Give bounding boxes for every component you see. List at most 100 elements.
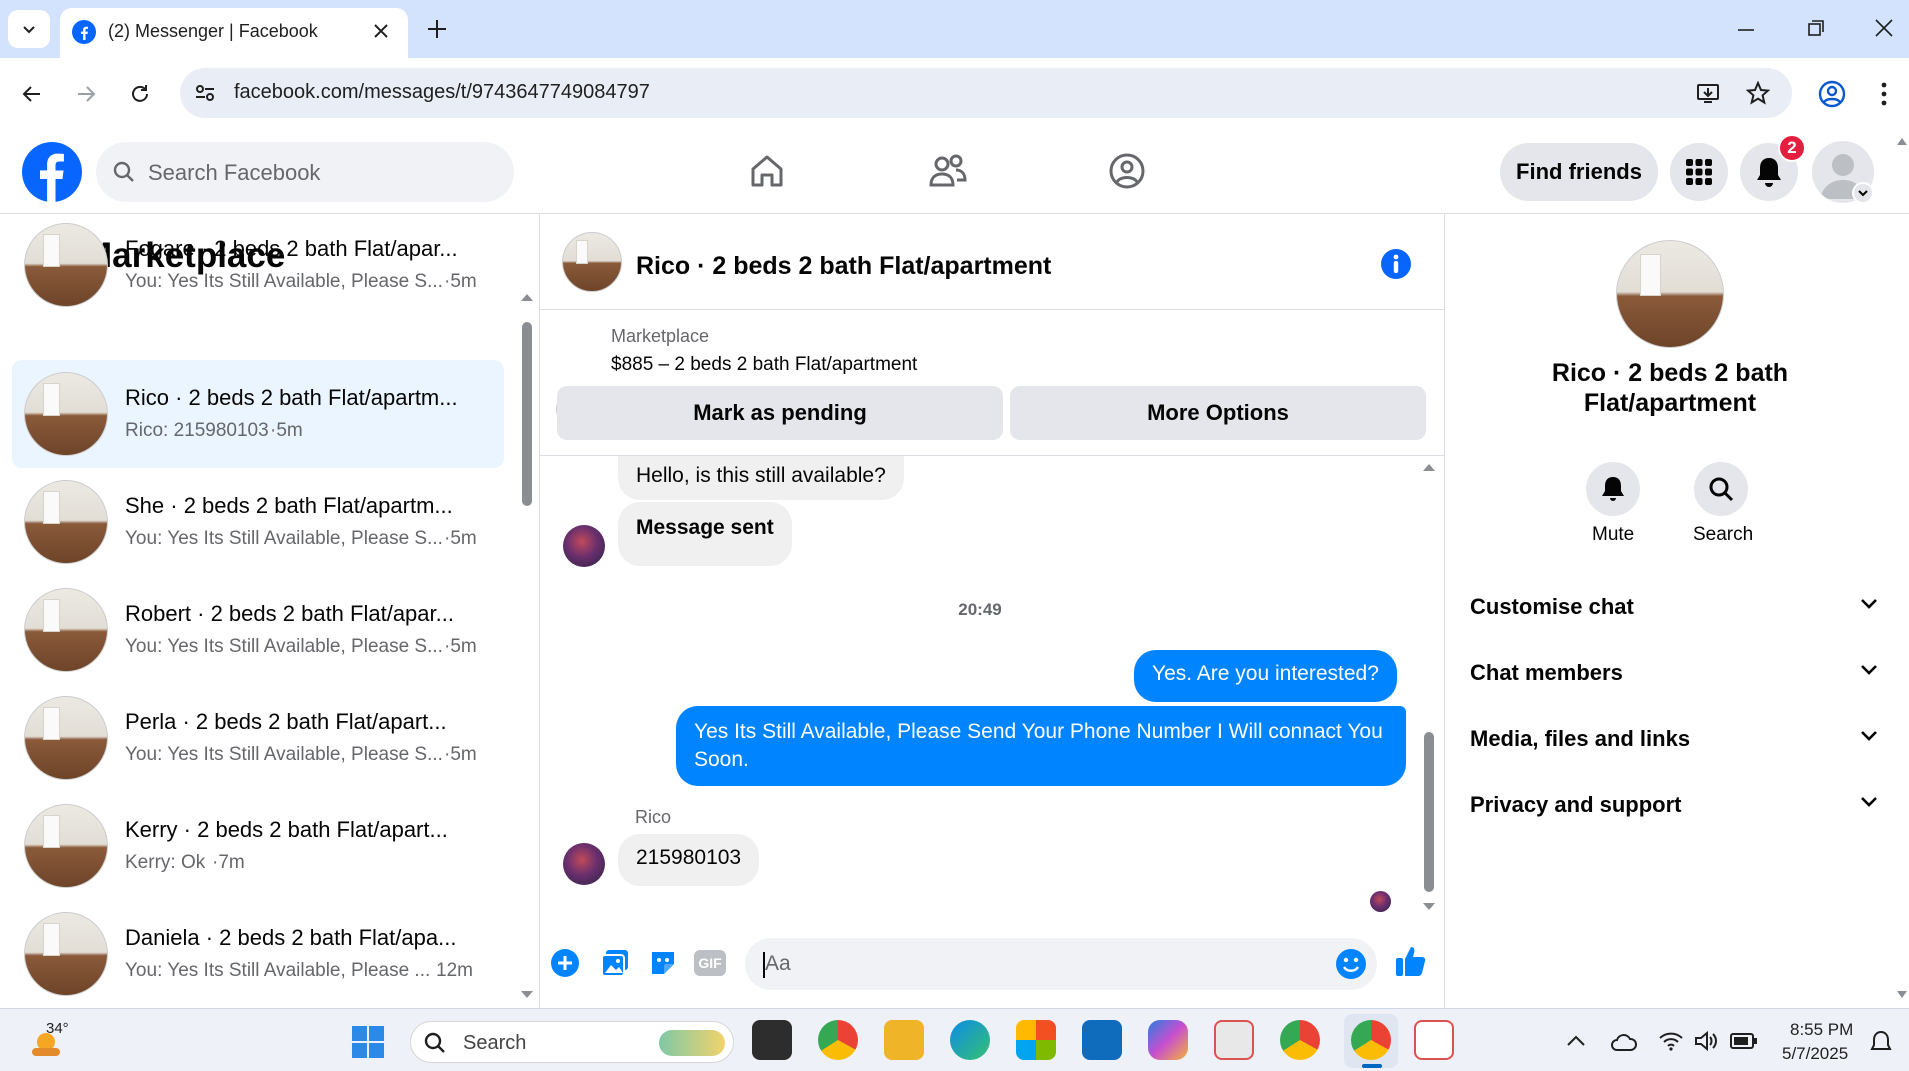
gif-button[interactable]: GIF (694, 950, 726, 976)
chevron-down-icon (23, 26, 35, 34)
sender-name: Rico (635, 807, 672, 827)
conversation-time: ·7m (212, 852, 245, 873)
store-icon[interactable] (1016, 1020, 1056, 1060)
bookmark-star-icon[interactable] (1746, 81, 1770, 105)
edge-icon[interactable] (950, 1020, 990, 1060)
chevron-up-icon[interactable] (1566, 1034, 1586, 1048)
outlook-icon[interactable] (1082, 1020, 1122, 1060)
scroll-up-arrow-icon[interactable] (1422, 462, 1436, 472)
find-friends-button[interactable]: Find friends (1500, 143, 1658, 201)
conversation-item[interactable]: She · 2 beds 2 bath Flat/apartm... You: … (12, 468, 504, 576)
sender-avatar[interactable] (563, 525, 605, 567)
chat-avatar[interactable] (562, 232, 622, 292)
snipping-tool-icon[interactable] (1214, 1020, 1254, 1060)
conversation-scrollbar-thumb[interactable] (522, 322, 532, 506)
groups-icon[interactable] (1108, 152, 1146, 190)
info-icon[interactable] (1380, 248, 1412, 280)
site-info-icon[interactable] (194, 82, 216, 104)
conversation-item[interactable]: Perla · 2 beds 2 bath Flat/apart... You:… (12, 684, 504, 792)
search-highlight-image (659, 1030, 725, 1056)
accordion-media-files-links[interactable]: Media, files and links (1470, 714, 1880, 764)
mark-as-pending-button[interactable]: Mark as pending (557, 386, 1003, 440)
page-scroll-down-icon[interactable] (1896, 990, 1908, 1000)
volume-icon[interactable] (1694, 1030, 1718, 1052)
add-icon[interactable] (550, 948, 580, 978)
photo-icon[interactable] (600, 948, 630, 978)
task-view-icon[interactable] (752, 1020, 792, 1060)
battery-icon[interactable] (1730, 1032, 1758, 1050)
accordion-chat-members[interactable]: Chat members (1470, 648, 1880, 698)
new-tab-icon[interactable] (426, 18, 448, 40)
conversation-time: ·5m (270, 420, 303, 441)
accordion-privacy-support[interactable]: Privacy and support (1470, 780, 1880, 830)
chevron-down-icon (1861, 665, 1877, 675)
conversation-item[interactable]: Robert · 2 beds 2 bath Flat/apar... You:… (12, 576, 504, 684)
windows-start-icon[interactable] (350, 1024, 386, 1060)
taskbar-search-box[interactable]: Search (410, 1021, 734, 1063)
incoming-message[interactable]: 215980103 (618, 834, 760, 886)
tab-search-button[interactable] (8, 10, 50, 48)
like-thumbs-up-icon[interactable] (1394, 944, 1428, 978)
accordion-customise-chat[interactable]: Customise chat (1470, 582, 1880, 632)
scroll-up-arrow-icon[interactable] (520, 292, 534, 302)
reload-icon[interactable] (128, 82, 152, 106)
copilot-icon[interactable] (1148, 1020, 1188, 1060)
menu-button[interactable] (1670, 143, 1728, 201)
outgoing-message[interactable]: Yes Its Still Available, Please Send You… (676, 706, 1406, 786)
conversation-item-active[interactable]: Rico · 2 beds 2 bath Flat/apartm... Rico… (12, 360, 504, 468)
incoming-message[interactable]: Hello, is this still available? (618, 456, 904, 500)
emoji-icon[interactable] (1335, 948, 1367, 980)
listing-title[interactable]: $885 – 2 beds 2 bath Flat/apartment (611, 354, 917, 376)
page-scroll-up-icon[interactable] (1896, 136, 1908, 146)
browser-menu-icon[interactable] (1880, 80, 1888, 108)
sticker-icon[interactable] (648, 948, 678, 978)
message-composer-input[interactable]: Aa (745, 938, 1377, 990)
onedrive-cloud-icon[interactable] (1610, 1032, 1638, 1052)
conversation-item[interactable]: Kerry · 2 beds 2 bath Flat/apart... Kerr… (12, 792, 504, 900)
back-icon[interactable] (20, 82, 44, 106)
account-dropdown[interactable] (1852, 182, 1874, 204)
clock-date[interactable]: 5/7/2025 (1782, 1044, 1848, 1064)
chat-scrollbar-thumb[interactable] (1424, 732, 1434, 892)
profile-icon[interactable] (1818, 80, 1846, 108)
wifi-icon[interactable] (1658, 1030, 1684, 1052)
listing-thumbnail (24, 223, 108, 307)
conversation-snippet: You: Yes Its Still Available, Please S..… (125, 271, 443, 292)
clock-time[interactable]: 8:55 PM (1790, 1020, 1853, 1040)
restore-icon[interactable] (1806, 18, 1826, 38)
search-facebook-input[interactable]: Search Facebook (96, 142, 514, 202)
mute-label: Mute (1592, 524, 1635, 545)
notification-center-icon[interactable] (1870, 1030, 1892, 1054)
listing-avatar-large[interactable] (1616, 240, 1724, 348)
bell-icon (1757, 158, 1781, 187)
chrome-profile-2-icon[interactable] (1280, 1020, 1320, 1060)
scroll-down-arrow-icon[interactable] (1422, 902, 1436, 912)
search-conversation-button[interactable] (1694, 462, 1748, 516)
facebook-logo-icon[interactable] (22, 142, 82, 202)
chrome-active-icon[interactable] (1351, 1020, 1391, 1060)
close-tab-icon[interactable] (372, 22, 390, 40)
forward-icon[interactable] (74, 82, 98, 106)
friends-icon[interactable] (928, 152, 968, 190)
address-bar[interactable]: facebook.com/messages/t/9743647749084797 (180, 68, 1792, 118)
home-icon[interactable] (748, 152, 786, 190)
install-app-icon[interactable] (1696, 81, 1720, 105)
minimize-icon[interactable] (1736, 20, 1756, 40)
sender-avatar[interactable] (563, 843, 605, 885)
scroll-down-arrow-icon[interactable] (520, 990, 534, 1000)
incoming-message[interactable]: Message sent (618, 502, 792, 566)
chat-title[interactable]: Rico · 2 beds 2 bath Flat/apartment (636, 252, 1051, 281)
tab-title: (2) Messenger | Facebook (108, 21, 318, 41)
crop-tool-icon[interactable] (1414, 1020, 1454, 1060)
search-icon (1709, 477, 1734, 502)
conversation-snippet: You: Yes Its Still Available, Please S..… (125, 744, 443, 765)
chrome-profile-1-icon[interactable] (818, 1020, 858, 1060)
close-window-icon[interactable] (1874, 18, 1894, 38)
outgoing-message[interactable]: Yes. Are you interested? (1134, 650, 1397, 702)
more-options-button[interactable]: More Options (1010, 386, 1426, 440)
mute-button[interactable] (1586, 462, 1640, 516)
conversation-item[interactable]: Daniela · 2 beds 2 bath Flat/apa... You:… (12, 900, 504, 1008)
conversation-item[interactable]: Fogare · 2 beds 2 bath Flat/apar... You:… (12, 214, 504, 319)
file-explorer-icon[interactable] (884, 1020, 924, 1060)
browser-tab-active[interactable]: (2) Messenger | Facebook (60, 8, 408, 58)
